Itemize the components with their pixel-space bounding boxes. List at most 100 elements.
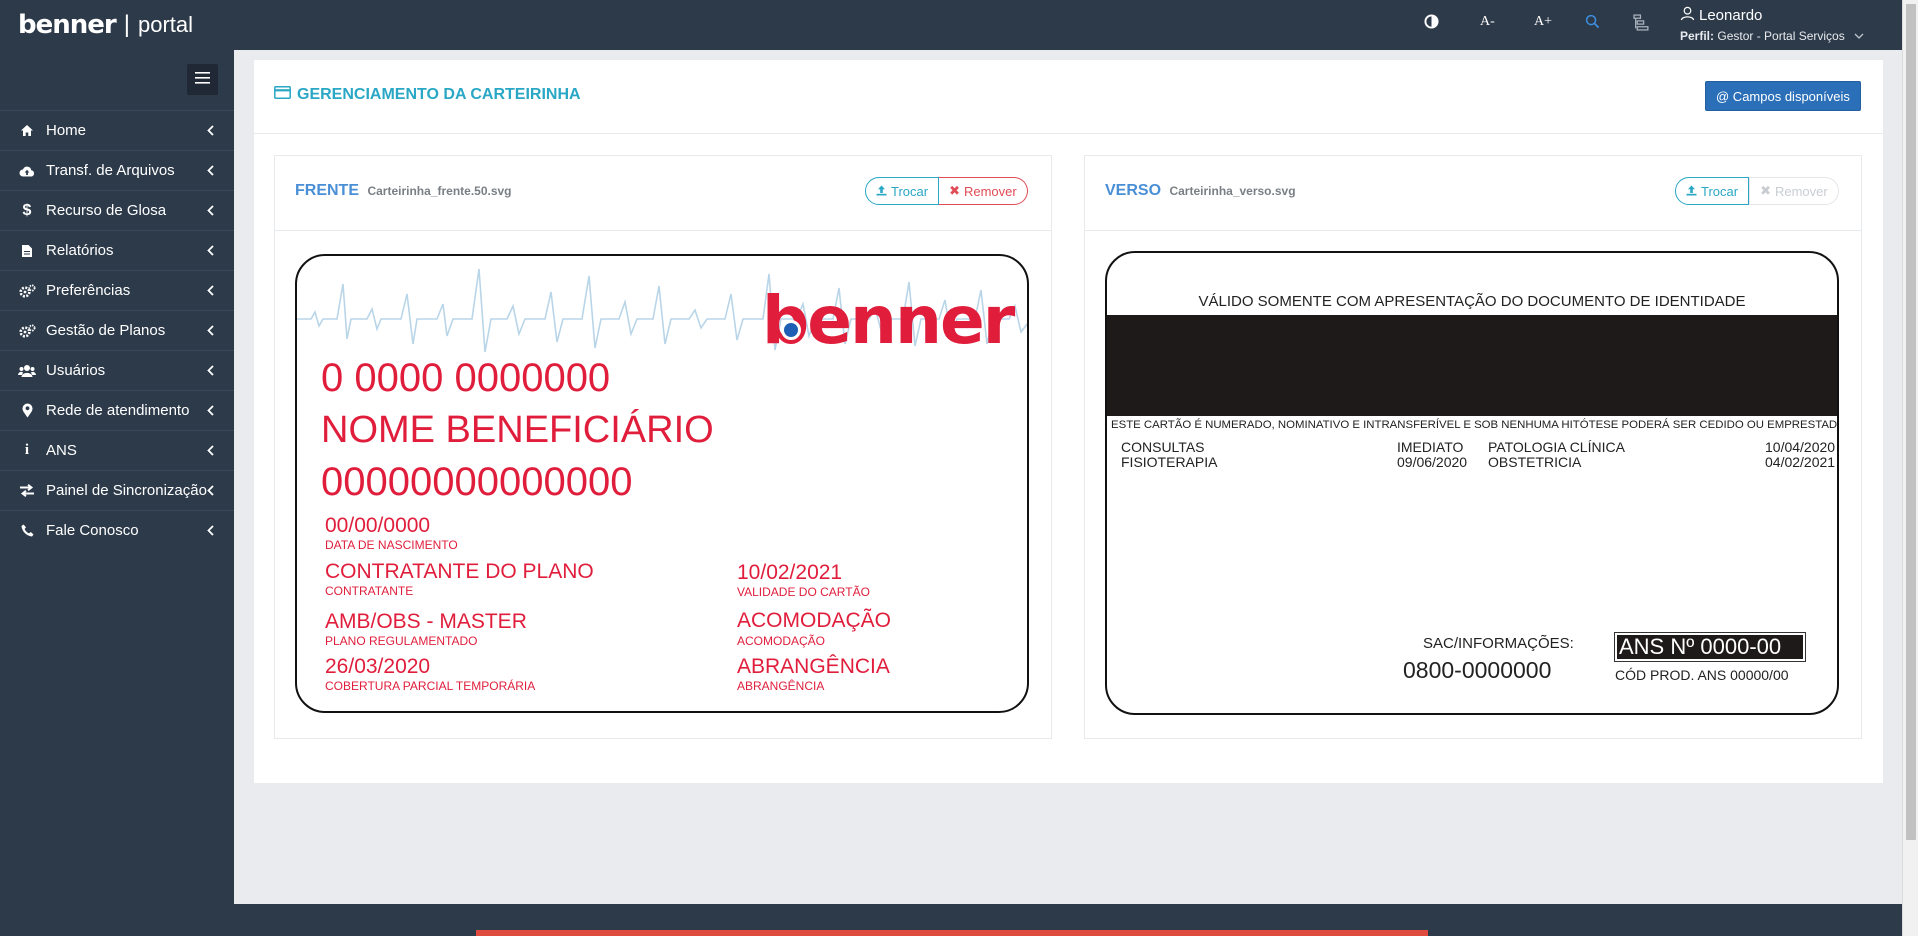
chevron-left-icon <box>207 523 214 539</box>
chevron-left-icon <box>207 363 214 379</box>
sidebar-item-preferencias[interactable]: Preferências <box>0 270 234 310</box>
coverage-date: 04/02/2021 <box>1765 454 1836 470</box>
vertical-scrollbar[interactable] <box>1902 0 1918 936</box>
sidebar-toggle-button[interactable] <box>187 64 218 95</box>
sitemap-icon[interactable] <box>1633 14 1650 34</box>
validity-notice: VÁLIDO SOMENTE COM APRESENTAÇÃO DO DOCUM… <box>1198 293 1746 310</box>
sidebar-item-fale-conosco[interactable]: Fale Conosco <box>0 510 234 550</box>
font-increase-button[interactable]: A+ <box>1534 14 1552 30</box>
sidebar-item-usuarios[interactable]: Usuários <box>0 350 234 390</box>
birth-label: DATA DE NASCIMENTO <box>325 538 458 552</box>
sidebar-item-label: Rede de atendimento <box>46 402 190 419</box>
sidebar-item-home[interactable]: Home <box>0 110 234 150</box>
card-management-panel: GERENCIAMENTO DA CARTEIRINHA @ Campos di… <box>254 60 1883 783</box>
front-label-text: FRENTE <box>295 182 359 199</box>
sidebar-item-label: Gestão de Planos <box>46 322 166 339</box>
profile-value: Gestor - Portal Serviços <box>1717 29 1845 43</box>
front-actions: Trocar ✖ Remover <box>865 177 1028 205</box>
sidebar-item-label: Transf. de Arquivos <box>46 162 175 179</box>
footer-accent-bar <box>476 930 1428 936</box>
contractor-value: CONTRATANTE DO PLANO <box>325 560 594 583</box>
front-replace-label: Trocar <box>891 183 929 199</box>
card-logo-dot <box>781 320 801 340</box>
chevron-left-icon <box>207 203 214 219</box>
back-actions: Trocar ✖ Remover <box>1675 177 1839 205</box>
coverage-date: IMEDIATO <box>1397 439 1464 455</box>
front-card-preview: benner 0 0000 0000000 NOME BENEFICIÁRIO … <box>295 254 1029 713</box>
phone-icon <box>16 524 38 537</box>
card-number: 0 0000 0000000 <box>321 356 611 400</box>
sidebar-item-gestao-planos[interactable]: Gestão de Planos <box>0 310 234 350</box>
back-label-text: VERSO <box>1105 182 1162 199</box>
accommodation-label: ACOMODAÇÃO <box>737 634 826 648</box>
back-remove-label: Remover <box>1774 183 1828 199</box>
back-file-name: Carteirinha_verso.svg <box>1169 184 1296 198</box>
back-card-box: VERSO Carteirinha_verso.svg Trocar ✖ Rem… <box>1084 155 1862 739</box>
logo-separator: | <box>123 11 130 38</box>
back-replace-button[interactable]: Trocar <box>1675 177 1750 205</box>
coverage-label: COBERTURA PARCIAL TEMPORÁRIA <box>325 679 536 693</box>
contrast-icon[interactable] <box>1424 14 1439 32</box>
chevron-left-icon <box>207 123 214 139</box>
search-icon[interactable] <box>1585 14 1600 32</box>
coverage-value: 26/03/2020 <box>325 655 431 678</box>
sidebar: Home Transf. de Arquivos $ Recurso de Gl… <box>0 50 234 936</box>
user-icon <box>1680 6 1695 25</box>
dollar-icon: $ <box>22 201 32 219</box>
user-menu[interactable]: Leonardo Perfil: Gestor - Portal Serviço… <box>1680 6 1864 43</box>
available-fields-button[interactable]: @ Campos disponíveis <box>1705 81 1861 111</box>
upload-icon <box>1686 184 1697 199</box>
scope-label: ABRANGÊNCIA <box>737 679 825 693</box>
font-decrease-button[interactable]: A- <box>1480 14 1495 30</box>
sidebar-item-file-transfer[interactable]: Transf. de Arquivos <box>0 150 234 190</box>
sac-label: SAC/INFORMAÇÕES: <box>1423 635 1574 652</box>
front-remove-label: Remover <box>963 183 1017 199</box>
file-icon <box>16 244 38 258</box>
chevron-left-icon <box>207 443 214 459</box>
front-replace-button[interactable]: Trocar <box>865 177 940 205</box>
sidebar-item-label: Painel de Sincronização <box>46 482 207 499</box>
logo-portal: portal <box>137 12 194 37</box>
sidebar-item-recurso-glosa[interactable]: $ Recurso de Glosa <box>0 190 234 230</box>
back-replace-label: Trocar <box>1701 183 1739 199</box>
contractor-label: CONTRATANTE <box>325 584 414 598</box>
upload-icon <box>876 184 887 199</box>
front-label: FRENTE Carteirinha_frente.50.svg <box>295 182 512 200</box>
hamburger-icon <box>195 71 210 89</box>
back-box-header: VERSO Carteirinha_verso.svg Trocar ✖ Rem… <box>1085 156 1861 231</box>
back-remove-button[interactable]: ✖ Remover <box>1749 177 1839 205</box>
front-card-box: FRENTE Carteirinha_frente.50.svg Trocar … <box>274 155 1052 739</box>
map-marker-icon <box>16 403 38 418</box>
scrollbar-thumb[interactable] <box>1906 4 1916 840</box>
sac-phone: 0800-0000000 <box>1403 657 1552 683</box>
sidebar-item-ans[interactable]: i ANS <box>0 430 234 470</box>
page-title: GERENCIAMENTO DA CARTEIRINHA <box>274 86 581 104</box>
sidebar-item-label: Fale Conosco <box>46 522 139 539</box>
chevron-left-icon <box>207 483 214 499</box>
close-icon: ✖ <box>1760 183 1771 198</box>
sidebar-item-rede-atendimento[interactable]: Rede de atendimento <box>0 390 234 430</box>
back-card-preview: VÁLIDO SOMENTE COM APRESENTAÇÃO DO DOCUM… <box>1105 251 1839 715</box>
cloud-icon <box>16 165 38 177</box>
logo-brand: benner <box>18 10 117 40</box>
coverage-date: 10/04/2020 <box>1765 439 1836 455</box>
validity-value: 10/02/2021 <box>737 561 843 584</box>
sidebar-menu: Home Transf. de Arquivos $ Recurso de Gl… <box>0 110 234 550</box>
chevron-left-icon <box>207 403 214 419</box>
magnetic-stripe <box>1107 315 1837 416</box>
chevron-down-icon <box>1854 29 1864 43</box>
logo[interactable]: benner | portal <box>18 8 193 42</box>
chevron-left-icon <box>207 283 214 299</box>
front-remove-button[interactable]: ✖ Remover <box>939 177 1028 205</box>
sidebar-item-relatorios[interactable]: Relatórios <box>0 230 234 270</box>
coverage-service: FISIOTERAPIA <box>1121 454 1218 470</box>
coverage-service: OBSTETRICIA <box>1488 454 1582 470</box>
sidebar-item-painel-sincronizacao[interactable]: Painel de Sincronização <box>0 470 234 510</box>
validity-label: VALIDADE DO CARTÃO <box>737 585 870 599</box>
top-bar: benner | portal A- A+ Leonardo Perfil: G… <box>0 0 1918 50</box>
beneficiary-name: NOME BENEFICIÁRIO <box>321 409 714 451</box>
front-file-name: Carteirinha_frente.50.svg <box>367 184 512 198</box>
birth-value: 00/00/0000 <box>325 514 431 537</box>
coverage-date: 09/06/2020 <box>1397 454 1468 470</box>
ans-number: ANS Nº 0000-00 <box>1614 632 1806 662</box>
